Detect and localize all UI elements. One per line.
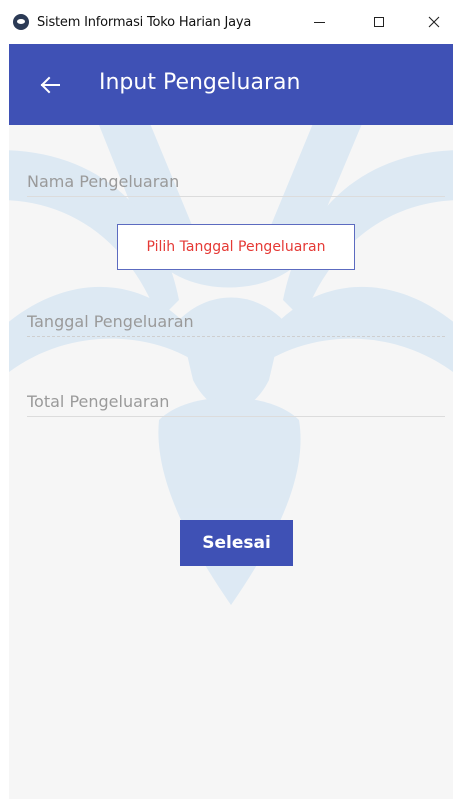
tanggal-pengeluaran-field[interactable]	[27, 306, 445, 337]
total-pengeluaran-field[interactable]	[27, 386, 445, 417]
page-title: Input Pengeluaran	[99, 70, 301, 95]
close-icon	[428, 16, 440, 28]
minimize-icon	[313, 21, 325, 23]
selesai-button[interactable]: Selesai	[180, 520, 293, 566]
back-button[interactable]	[37, 72, 63, 98]
form-content: Pilih Tanggal Pengeluaran Selesai	[9, 125, 453, 799]
nama-pengeluaran-input[interactable]	[27, 166, 445, 196]
pick-date-button[interactable]: Pilih Tanggal Pengeluaran	[117, 224, 355, 270]
tanggal-pengeluaran-input[interactable]	[27, 306, 445, 336]
arrow-left-icon	[40, 76, 60, 94]
minimize-button[interactable]	[296, 0, 342, 44]
app-icon	[13, 14, 29, 30]
nama-pengeluaran-field[interactable]	[27, 166, 445, 197]
maximize-icon	[374, 17, 384, 27]
window-titlebar: Sistem Informasi Toko Harian Jaya	[0, 0, 453, 44]
window-title: Sistem Informasi Toko Harian Jaya	[37, 14, 252, 30]
total-pengeluaran-input[interactable]	[27, 386, 445, 416]
close-button[interactable]	[411, 0, 453, 44]
app-bar: Input Pengeluaran	[9, 44, 453, 125]
maximize-button[interactable]	[356, 0, 402, 44]
